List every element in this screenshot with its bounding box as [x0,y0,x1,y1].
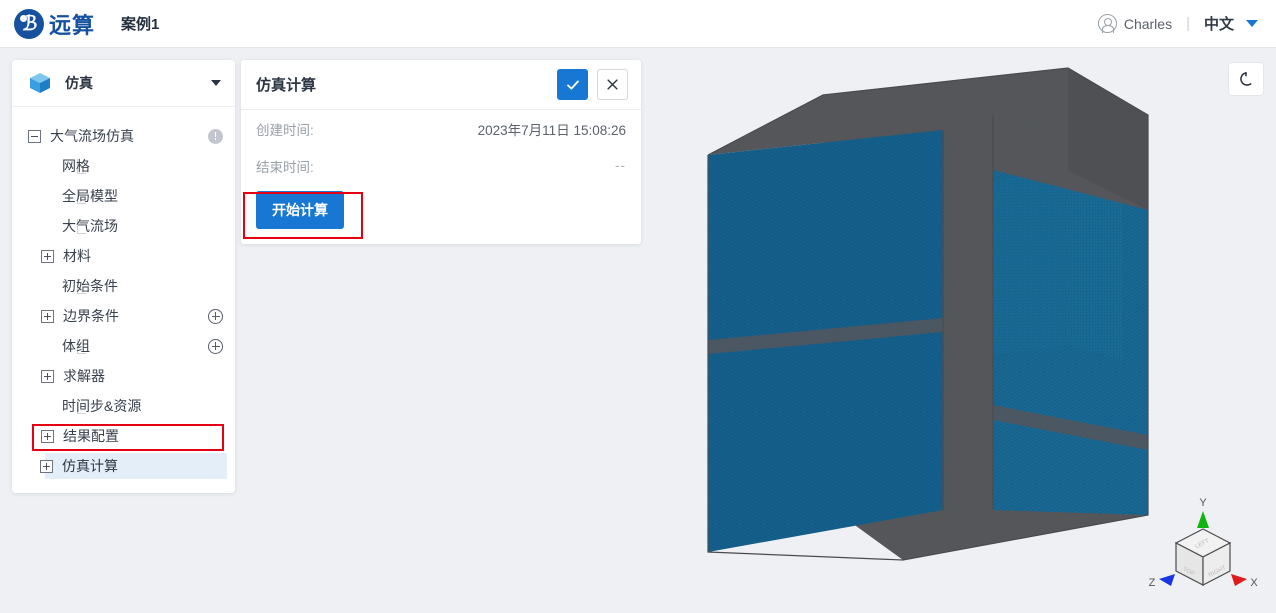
expand-icon[interactable] [40,459,53,473]
tree-item-label: 大气流场仿真 [50,128,134,144]
tree-item-5[interactable]: 初始条件 [12,271,235,301]
tree-item-1[interactable]: 网格 [12,151,235,181]
language-selector[interactable]: 中文 [1204,13,1258,34]
tree-item-label: 材料 [63,248,91,264]
tree-item-6[interactable]: 边界条件 [12,301,235,331]
tree-item-8[interactable]: 求解器 [12,361,235,391]
check-icon [566,80,579,89]
model-viewport[interactable]: LEFT TOP RIGHT Y X Z [648,60,1276,613]
app-root: ℬ 远算 案例1 Charles | 中文 仿真 大气流场仿真 网格 全局模型 … [0,0,1276,613]
tree-item-10[interactable]: 结果配置 [12,421,235,451]
brand[interactable]: ℬ 远算 [14,8,95,40]
cube-icon [30,73,50,93]
sidebar-header[interactable]: 仿真 [12,60,235,107]
panel-field-1: 结束时间: -- [256,147,626,184]
sidebar-header-label: 仿真 [65,75,93,91]
axis-z-label: Z [1149,577,1156,589]
axis-x-arrow [1231,574,1247,586]
tree-item-11[interactable]: 仿真计算 [12,451,235,481]
panel-field-value: 2023年7月11日 15:08:26 [477,122,626,138]
panel-field-value: -- [615,158,626,173]
axis-orientation-cube[interactable]: LEFT TOP RIGHT Y X Z [1148,495,1258,605]
panel-actions [557,69,628,100]
tree-item-7[interactable]: 体组 [12,331,235,361]
panel-field-0: 创建时间: 2023年7月11日 15:08:26 [256,110,626,147]
user-name: Charles [1123,15,1173,32]
tree-item-label: 全局模型 [62,188,118,204]
panel-header: 仿真计算 [241,60,641,110]
tree-item-2[interactable]: 全局模型 [12,181,235,211]
tree-item-0[interactable]: 大气流场仿真 [12,121,235,151]
tree-item-label: 大气流场 [62,218,118,234]
reset-view-icon [1240,72,1252,86]
yuansuan-logo-icon: ℬ [14,8,44,39]
panel-title: 仿真计算 [256,77,317,94]
tree-item-3[interactable]: 大气流场 [12,211,235,241]
tree-item-label: 时间步&资源 [62,398,142,414]
panel-footer: 开始计算 [241,184,641,229]
panel-fields: 创建时间: 2023年7月11日 15:08:26 结束时间: -- [241,110,641,184]
header-right-group: Charles | 中文 [1097,13,1258,34]
axis-x-label: X [1250,577,1258,589]
panel-field-label: 结束时间: [256,159,314,175]
plus-circle-icon[interactable] [208,308,223,324]
tree-item-label: 体组 [62,338,90,354]
collapse-icon[interactable] [28,129,41,143]
close-icon [607,79,618,90]
panel-field-label: 创建时间: [256,122,314,138]
info-icon[interactable] [208,128,223,144]
plus-circle-icon[interactable] [208,338,223,354]
expand-icon[interactable] [41,369,54,383]
chevron-down-icon[interactable] [211,80,221,86]
model-tree: 大气流场仿真网格全局模型大气流场材料初始条件边界条件体组求解器时间步&资源 结果配… [12,107,235,489]
tree-item-label: 网格 [62,158,90,174]
reset-view-button[interactable] [1228,62,1264,96]
axis-y-arrow [1197,511,1209,528]
brand-name: 远算 [49,12,96,38]
tree-item-label: 初始条件 [62,278,118,294]
user-avatar-icon [1097,14,1117,34]
tree-item-label: 边界条件 [63,308,119,324]
confirm-button[interactable] [557,69,588,100]
expand-icon[interactable] [41,429,54,443]
expand-icon[interactable] [41,309,54,323]
chevron-down-icon [1246,20,1258,27]
start-calculation-button[interactable]: 开始计算 [256,191,344,229]
header-divider: | [1186,15,1190,32]
sidebar-panel: 仿真 大气流场仿真网格全局模型大气流场材料初始条件边界条件体组求解器时间步&资源… [12,60,235,493]
tree-item-label: 仿真计算 [62,458,118,474]
case-title: 案例1 [121,16,160,33]
cancel-button[interactable] [597,69,628,100]
tree-item-label: 求解器 [63,368,105,384]
properties-panel: 仿真计算 创建时间: 2023年7月11日 15:08:26 结束时间: -- 开始计… [241,60,641,244]
user-menu[interactable]: Charles [1097,14,1173,34]
tree-item-9[interactable]: 时间步&资源 [12,391,235,421]
tree-item-4[interactable]: 材料 [12,241,235,271]
tree-item-label: 结果配置 [63,428,119,444]
language-label: 中文 [1203,16,1234,33]
expand-icon[interactable] [41,249,54,263]
app-header: ℬ 远算 案例1 Charles | 中文 [0,0,1276,48]
axis-z-arrow [1159,574,1175,586]
axis-y-label: Y [1199,497,1207,509]
